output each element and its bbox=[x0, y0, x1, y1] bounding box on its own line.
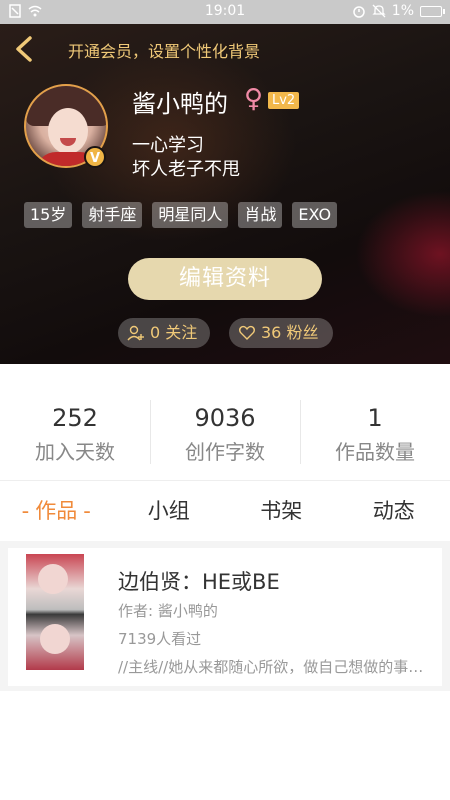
avatar-face bbox=[48, 108, 88, 154]
vip-badge: V bbox=[84, 146, 106, 168]
battery-percent: 1% bbox=[391, 3, 414, 19]
username: 酱小鸭的 bbox=[132, 90, 228, 118]
bio-line-1: 一心学习 bbox=[132, 135, 204, 156]
stats-row: 252 加入天数 9036 创作字数 1 作品数量 bbox=[0, 380, 450, 480]
stat-label: 作品数量 bbox=[335, 440, 415, 464]
tab-bar: 作品 小组 书架 动态 bbox=[0, 481, 450, 541]
stat-value: 252 bbox=[52, 404, 98, 432]
following-button[interactable]: 0 关注 bbox=[118, 318, 210, 348]
tag-age: 15岁 bbox=[24, 202, 73, 228]
work-title: 边伯贤：HE或BE bbox=[118, 570, 280, 594]
female-gender-icon: ♀ bbox=[244, 84, 264, 114]
work-author: 作者: 酱小鸭的 bbox=[118, 602, 218, 620]
tab-bookshelf[interactable]: 书架 bbox=[225, 481, 338, 541]
tab-groups[interactable]: 小组 bbox=[113, 481, 226, 541]
tag-zodiac: 射手座 bbox=[82, 202, 143, 228]
back-arrow-icon[interactable] bbox=[12, 36, 36, 62]
work-description: //主线//她从来都随心所欲，做自己想做的事… bbox=[118, 658, 424, 676]
vip-banner-link[interactable]: 开通会员，设置个性化背景 bbox=[68, 38, 260, 62]
tab-works[interactable]: 作品 bbox=[0, 481, 113, 541]
work-views: 7139人看过 bbox=[118, 630, 202, 648]
profile-header: 开通会员，设置个性化背景 V 酱小鸭的 ♀ Lv2 一心学习 坏人老子不甩 15… bbox=[0, 24, 450, 364]
cover-portrait-top bbox=[38, 564, 68, 594]
tag-list: 15岁 射手座 明星同人 肖战 EXO bbox=[24, 202, 338, 228]
tag-interest: 明星同人 bbox=[152, 202, 229, 228]
stat-value: 9036 bbox=[194, 404, 256, 432]
stat-words: 9036 创作字数 bbox=[150, 380, 300, 480]
stat-label: 创作字数 bbox=[185, 440, 265, 464]
status-right-icons: 1% bbox=[352, 3, 445, 19]
stat-works: 1 作品数量 bbox=[300, 380, 450, 480]
alarm-icon bbox=[353, 6, 365, 18]
followers-button[interactable]: 36 粉丝 bbox=[229, 318, 333, 348]
cover-portrait-bottom bbox=[40, 624, 70, 654]
tag-idol: 肖战 bbox=[238, 202, 283, 228]
work-card[interactable]: 边伯贤：HE或BE 作者: 酱小鸭的 7139人看过 //主线//她从来都随心所… bbox=[8, 548, 442, 686]
status-bar: 19:01 1% bbox=[0, 0, 450, 24]
person-add-icon bbox=[127, 325, 144, 341]
stat-value: 1 bbox=[367, 404, 383, 432]
work-cover-image bbox=[26, 554, 84, 670]
edit-profile-button[interactable]: 编辑资料 bbox=[128, 258, 322, 300]
tag-group: EXO bbox=[292, 202, 338, 228]
level-badge: Lv2 bbox=[268, 92, 300, 109]
mute-icon bbox=[372, 4, 386, 18]
tab-activity[interactable]: 动态 bbox=[338, 481, 450, 541]
stat-label: 加入天数 bbox=[35, 440, 115, 464]
battery-icon bbox=[420, 5, 445, 17]
followers-count: 36 粉丝 bbox=[261, 323, 319, 342]
bio-line-2: 坏人老子不甩 bbox=[132, 159, 240, 180]
stat-days: 252 加入天数 bbox=[0, 380, 150, 480]
bio: 一心学习 坏人老子不甩 bbox=[132, 134, 240, 182]
following-count: 0 关注 bbox=[150, 323, 198, 342]
heart-icon bbox=[239, 325, 255, 340]
